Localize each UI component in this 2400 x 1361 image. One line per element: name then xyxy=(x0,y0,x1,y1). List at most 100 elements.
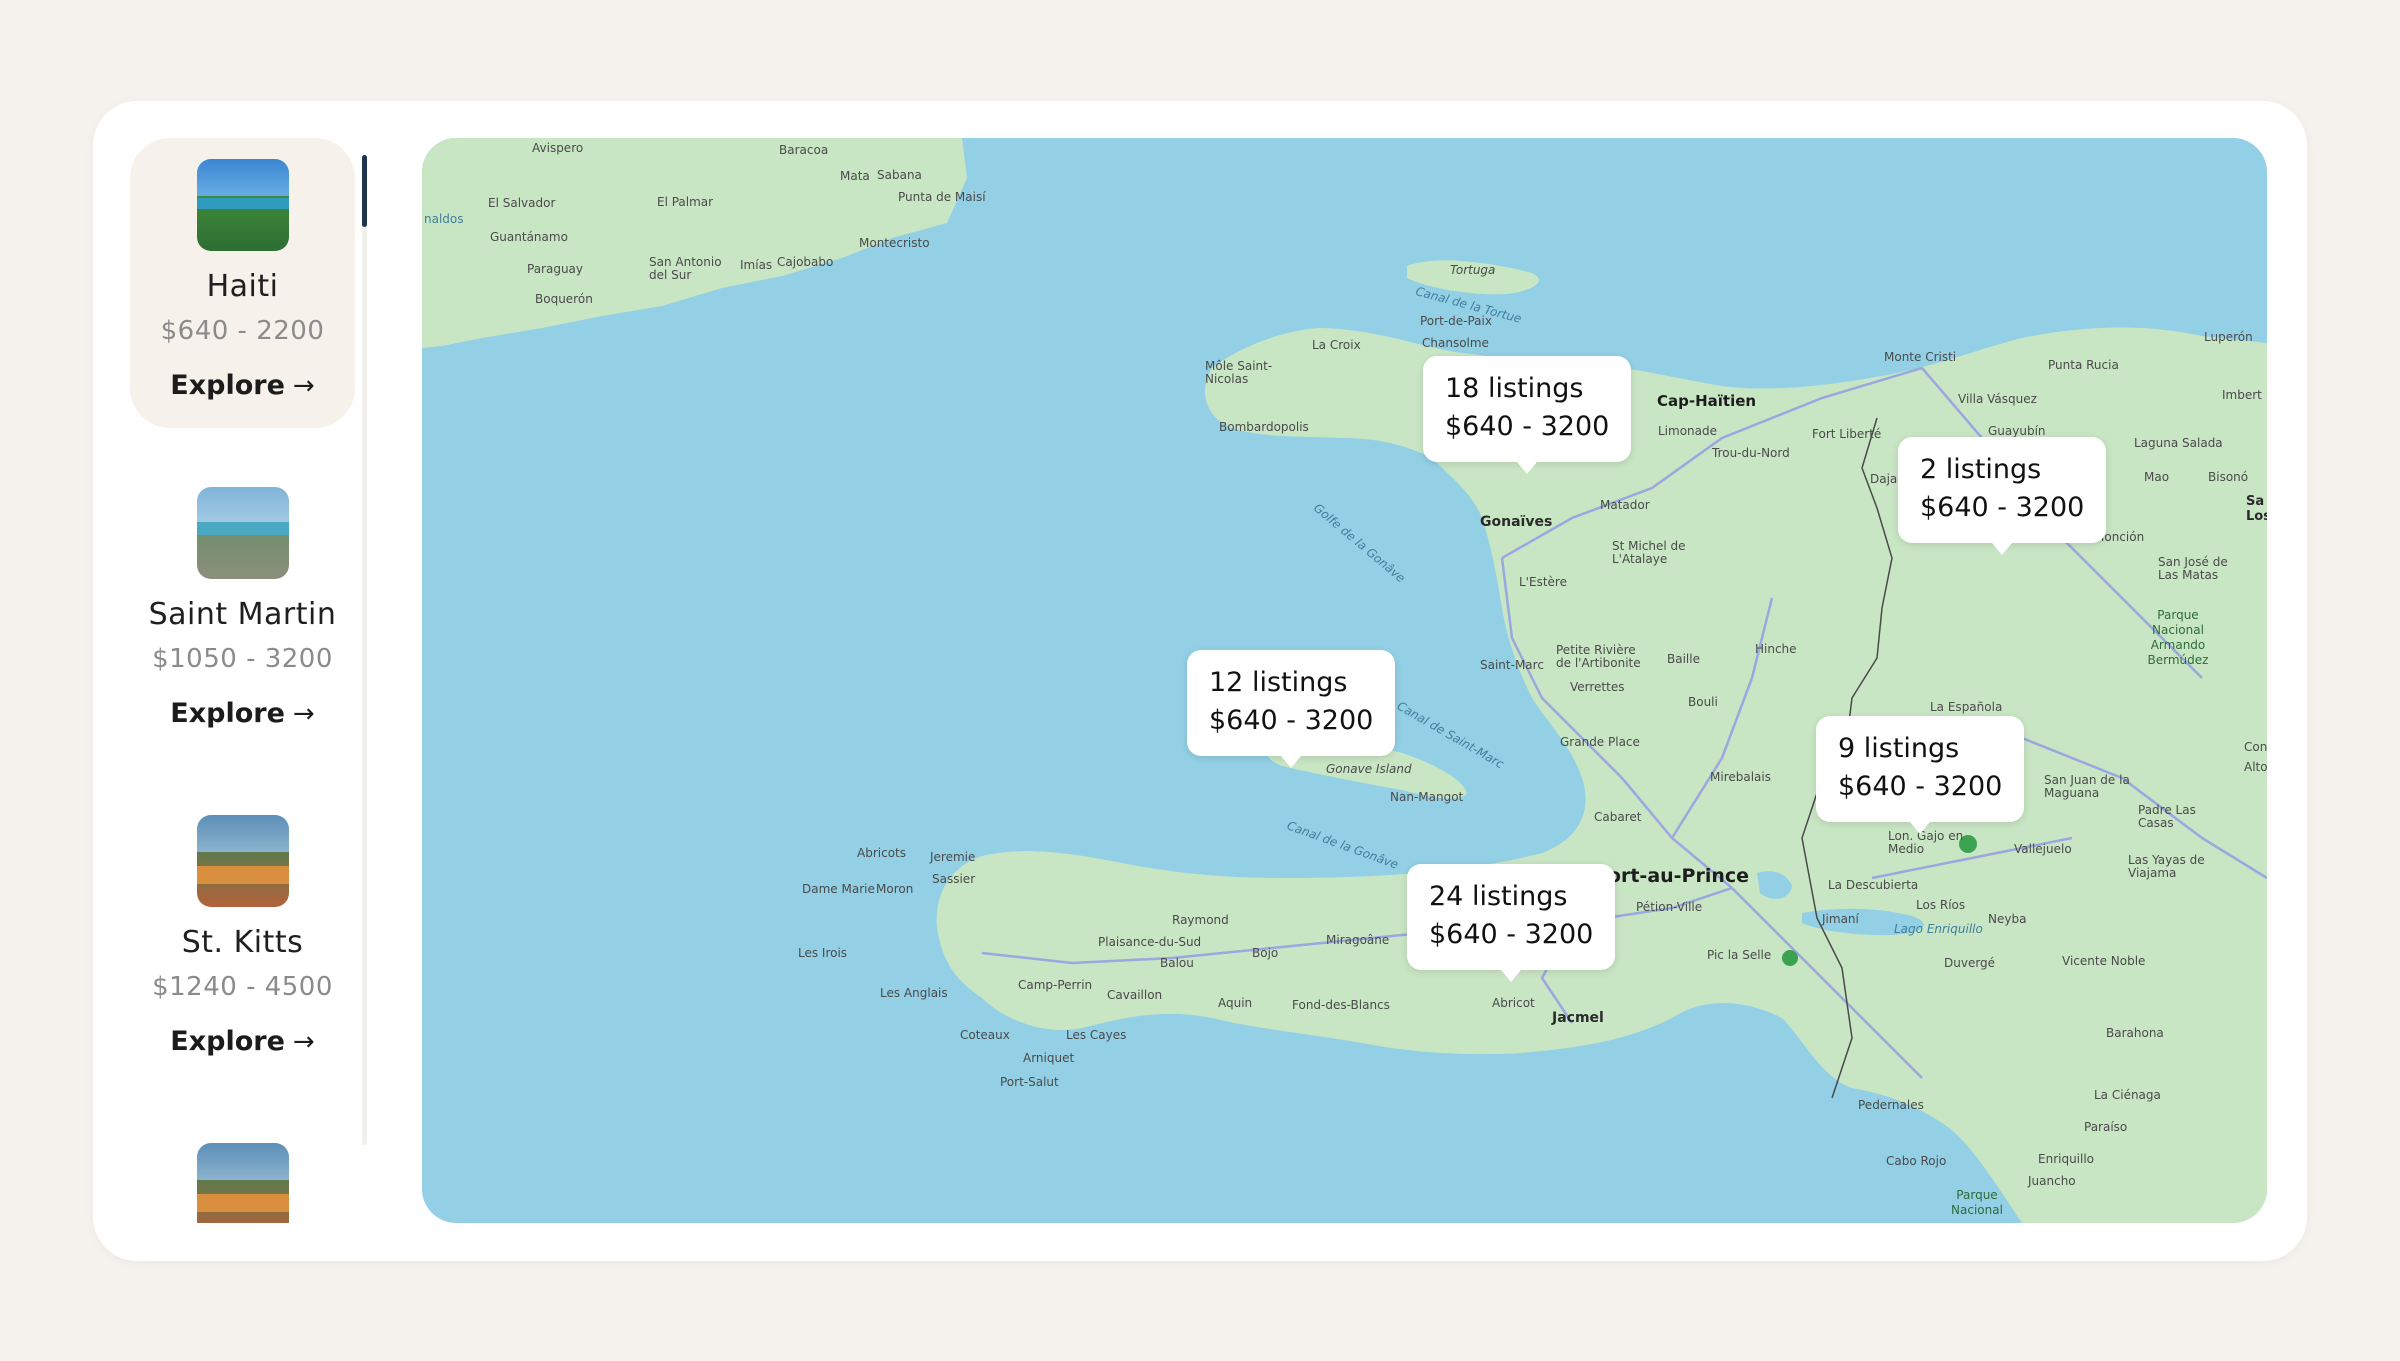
destination-thumbnail xyxy=(196,487,289,579)
map-label: Abricots xyxy=(857,846,906,860)
destination-list: Haiti $640 - 2200 Explore → Saint Martin … xyxy=(130,138,355,1223)
map-label: Vallejuelo xyxy=(2014,842,2072,856)
map-label: Hinche xyxy=(1755,642,1797,656)
map-label: Cabo Rojo xyxy=(1886,1154,1947,1168)
destination-price: $1240 - 4500 xyxy=(152,972,333,1002)
destination-name: St. Kitts xyxy=(181,925,304,960)
map-label: Duvergé xyxy=(1944,956,1996,970)
map-label: La Croix xyxy=(1312,338,1361,352)
map-label: Abricot xyxy=(1492,996,1535,1010)
map-label: Mata xyxy=(840,169,870,183)
map-label: Montecristo xyxy=(859,236,930,250)
map-label: Fort Liberté xyxy=(1812,427,1882,441)
map-label: Los Ríos xyxy=(1916,898,1966,912)
map-label: Fond-des-Blancs xyxy=(1292,998,1390,1012)
map-label: Arniquet xyxy=(1023,1051,1075,1065)
destination-card-haiti[interactable]: Haiti $640 - 2200 Explore → xyxy=(130,138,355,428)
destination-card-saint-martin[interactable]: Saint Martin $1050 - 3200 Explore → xyxy=(130,466,355,756)
map-label: Plaisance-du-Sud xyxy=(1098,935,1202,949)
listing-price-range: $640 - 3200 xyxy=(1209,705,1374,736)
destination-price: $1050 - 3200 xyxy=(152,644,333,674)
map-label: Mao xyxy=(2144,470,2170,484)
map-label: Sabana xyxy=(877,168,922,182)
arrow-right-icon: → xyxy=(292,1026,315,1057)
map-label: Port-au-Prince xyxy=(1594,865,1750,887)
map-label: Gonaïves xyxy=(1480,514,1553,530)
map-label: Paraguay xyxy=(527,262,584,276)
map-label: El Palmar xyxy=(657,195,714,209)
map-label: Parque Nacional Armando Bermúdez xyxy=(2147,608,2209,667)
map-label: Bojo xyxy=(1252,946,1279,960)
map-label: Enriquillo xyxy=(2038,1152,2095,1166)
map-label: Imbert xyxy=(2222,388,2262,402)
explore-link[interactable]: Explore → xyxy=(170,698,314,729)
listing-count: 9 listings xyxy=(1838,733,1960,764)
destination-thumbnail xyxy=(196,1143,289,1223)
listing-price-range: $640 - 3200 xyxy=(1445,411,1610,442)
map-label: Baille xyxy=(1667,652,1700,666)
map-label: Guantánamo xyxy=(490,230,568,244)
destination-name: Haiti xyxy=(206,269,279,304)
map-label: Port-de-Paix xyxy=(1420,314,1492,328)
map-label: Môle Saint-Nicolas xyxy=(1205,359,1273,386)
map-label: Las Yayas de Viajama xyxy=(2128,853,2205,880)
map-label: Vicente Noble xyxy=(2062,954,2146,968)
map-label: Petite Rivière de l'Artibonite xyxy=(1556,643,1641,670)
map-label: Balou xyxy=(1160,956,1194,970)
map-label: Juancho xyxy=(2028,1174,2076,1188)
map-label: Pic la Selle xyxy=(1707,948,1772,962)
destination-card-next[interactable] xyxy=(130,1122,355,1223)
map-label: Punta de Maisí xyxy=(898,190,986,204)
map-label: Les Irois xyxy=(798,946,848,960)
map-label: Chansolme xyxy=(1422,336,1489,350)
map-label: Sa Los xyxy=(2246,494,2267,524)
map-label: naldos xyxy=(424,212,464,226)
map-label: La Descubierta xyxy=(1828,878,1919,892)
map-label: Matador xyxy=(1600,498,1650,512)
listing-callout[interactable]: 9 listings $640 - 3200 xyxy=(1816,716,2025,834)
map-label: Bouli xyxy=(1688,695,1718,709)
map-label: Con xyxy=(2244,740,2267,754)
destination-card-st-kitts[interactable]: St. Kitts $1240 - 4500 Explore → xyxy=(130,794,355,1084)
map-label: Lago Enriquillo xyxy=(1894,922,1983,936)
map-label: Cajobabo xyxy=(777,255,834,269)
map-label: San Juan de la Maguana xyxy=(2044,773,2130,800)
park-marker-icon xyxy=(1782,950,1798,966)
scrollbar-thumb[interactable] xyxy=(362,155,367,227)
map-label: La Ciénaga xyxy=(2094,1088,2161,1102)
map-label: Tortuga xyxy=(1450,263,1496,277)
map-label: Padre Las Casas xyxy=(2138,803,2196,830)
scrollbar-track[interactable] xyxy=(362,155,367,1145)
listing-count: 2 listings xyxy=(1920,454,2042,485)
map-label: Baracoa xyxy=(779,143,829,157)
arrow-right-icon: → xyxy=(292,370,315,401)
map-label: San José de Las Matas xyxy=(2158,555,2228,582)
map-label: Bisonó xyxy=(2208,470,2249,484)
destination-price: $640 - 2200 xyxy=(160,316,325,346)
listing-count: 24 listings xyxy=(1429,881,1568,912)
map-label: Dame Marie xyxy=(802,882,875,896)
map-label: Boquerón xyxy=(535,292,593,306)
map-label: Les Anglais xyxy=(880,986,948,1000)
explore-link[interactable]: Explore → xyxy=(170,370,314,401)
map-label: Villa Vásquez xyxy=(1958,392,2037,406)
map-view[interactable]: Avispero Baracoa Mata Sabana Punta de Ma… xyxy=(422,138,2267,1223)
explore-link[interactable]: Explore → xyxy=(170,1026,314,1057)
map-label: Cavaillon xyxy=(1107,988,1163,1002)
map-label: Monte Cristi xyxy=(1884,350,1957,364)
listing-count: 12 listings xyxy=(1209,667,1348,698)
map-label: Gonave Island xyxy=(1326,762,1412,776)
map-label: Sassier xyxy=(932,872,976,886)
listing-callout[interactable]: 2 listings $640 - 3200 xyxy=(1898,437,2107,555)
map-label: San Antonio del Sur xyxy=(649,255,722,282)
listing-callout[interactable]: 18 listings $640 - 3200 xyxy=(1423,356,1632,474)
listing-callout[interactable]: 12 listings $640 - 3200 xyxy=(1187,650,1396,768)
listing-callout[interactable]: 24 listings $640 - 3200 xyxy=(1407,864,1616,982)
map-label: Nan-Mangot xyxy=(1390,790,1464,804)
map-label: Aquin xyxy=(1218,996,1253,1010)
listing-price-range: $640 - 3200 xyxy=(1920,492,2085,523)
map-label: Jimaní xyxy=(1822,912,1859,926)
listing-count: 18 listings xyxy=(1445,373,1584,404)
map-label: Bombardopolis xyxy=(1219,420,1309,434)
map-label: Moron xyxy=(876,882,914,896)
